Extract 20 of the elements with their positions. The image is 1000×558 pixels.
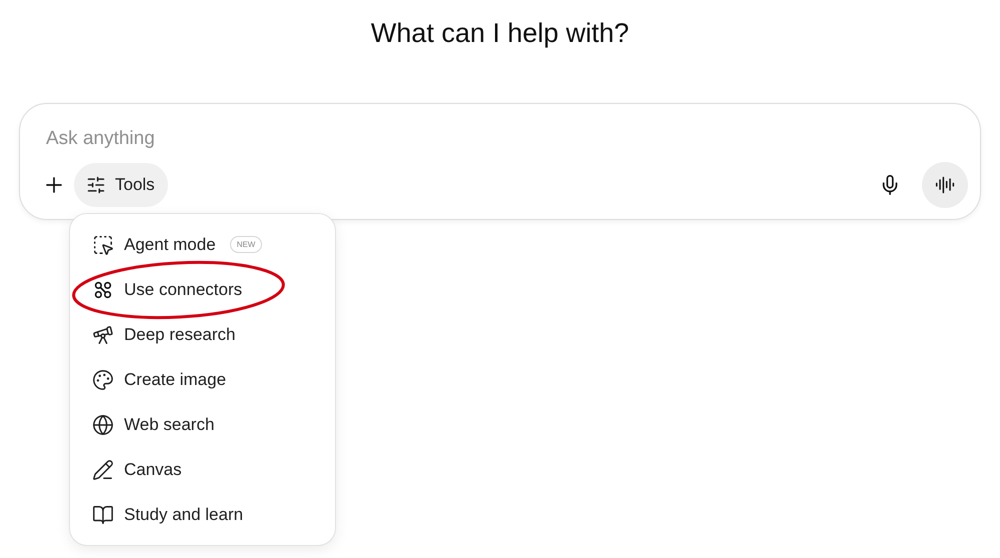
palette-icon	[92, 368, 114, 390]
page-heading: What can I help with?	[370, 18, 630, 50]
prompt-input[interactable]: Ask anything	[46, 128, 446, 150]
menu-item[interactable]: Use connectors	[78, 267, 327, 312]
menu-item[interactable]: Web search	[78, 402, 327, 447]
sliders-icon	[86, 175, 106, 195]
telescope-icon	[92, 324, 114, 346]
book-icon	[92, 504, 114, 526]
pencil-icon	[92, 458, 114, 480]
voice-button[interactable]	[922, 162, 968, 208]
menu-item[interactable]: Study and learn	[78, 492, 327, 537]
sound-wave-icon	[935, 175, 955, 195]
globe-icon	[92, 414, 114, 436]
tools-button[interactable]: Tools	[74, 163, 168, 207]
menu-item[interactable]: Deep research	[78, 312, 327, 357]
menu-item[interactable]: Create image	[78, 357, 327, 402]
menu-item[interactable]: Agent mode NEW	[78, 222, 327, 267]
menu-item[interactable]: Canvas	[78, 447, 327, 492]
cursor-icon	[92, 234, 114, 256]
new-badge: NEW	[230, 236, 262, 253]
